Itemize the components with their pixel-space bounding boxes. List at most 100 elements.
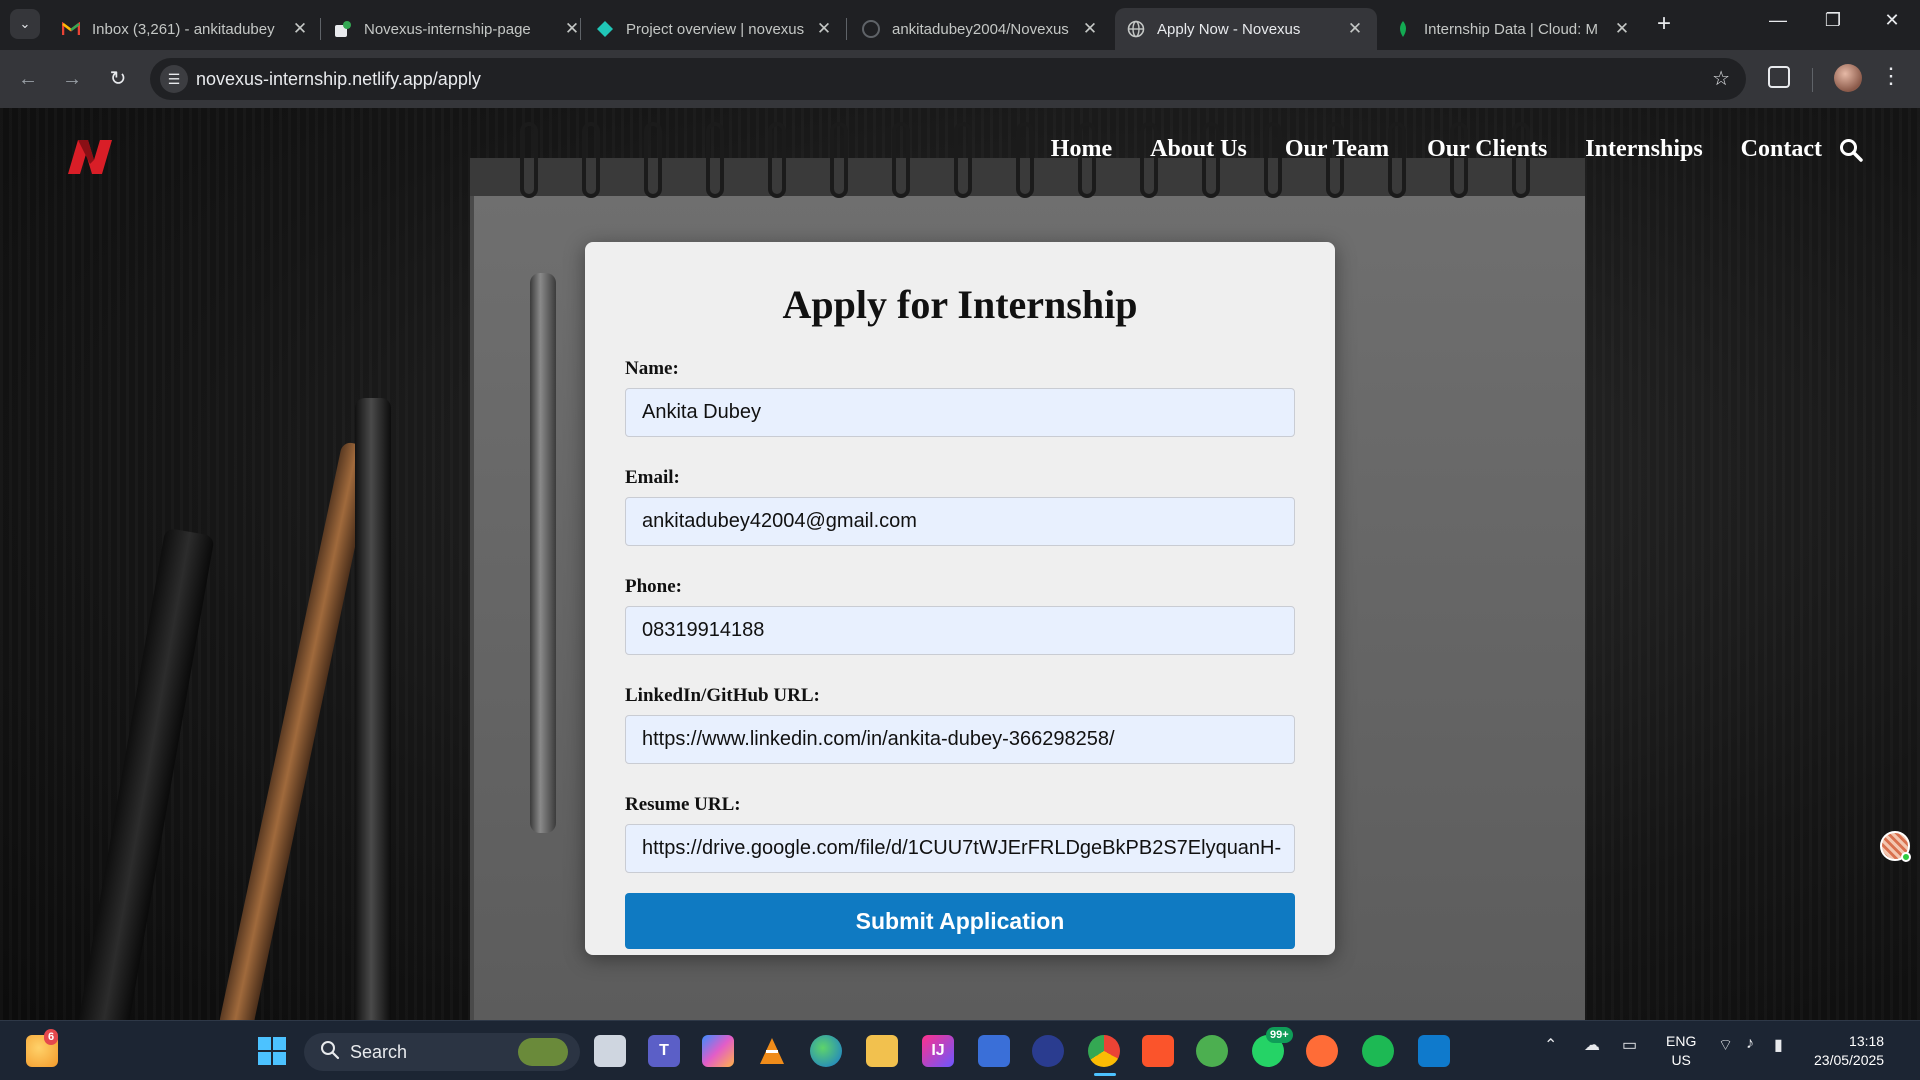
nav-about-us[interactable]: About Us [1150, 136, 1247, 163]
close-icon[interactable]: ✕ [1080, 19, 1100, 39]
tab-project-overview[interactable]: Project overview | novexus ✕ [584, 8, 846, 50]
file-explorer-icon[interactable] [866, 1035, 898, 1067]
restore-button[interactable]: ❐ [1811, 10, 1855, 31]
battery-icon[interactable]: ▮ [1774, 1035, 1783, 1055]
site-info-icon[interactable]: ☰ [160, 65, 188, 93]
forward-button[interactable]: → [56, 63, 88, 95]
tab-title: Internship Data | Cloud: M [1424, 20, 1598, 38]
floating-chat-avatar[interactable] [1880, 831, 1911, 862]
vlc-icon[interactable] [756, 1035, 788, 1067]
gmail-icon [62, 20, 80, 38]
pen-image [355, 398, 391, 1020]
task-view-icon[interactable] [594, 1035, 626, 1067]
brave-icon[interactable] [1142, 1035, 1174, 1067]
profile-avatar[interactable] [1834, 64, 1862, 92]
profile-url-input[interactable]: https://www.linkedin.com/in/ankita-dubey… [625, 715, 1295, 764]
extensions-icon[interactable] [1768, 66, 1790, 88]
tab-apply-now[interactable]: Apply Now - Novexus ✕ [1115, 8, 1377, 50]
weather-badge: 6 [44, 1029, 59, 1045]
chevron-up-icon[interactable]: ⌃ [1544, 1035, 1557, 1055]
taskbar-search-box[interactable]: Search [304, 1033, 580, 1071]
volume-icon[interactable]: ♪ [1746, 1035, 1754, 1053]
browser-tab-strip: ⌄ Inbox (3,261) - ankitadubey ✕ Novexus-… [0, 0, 1920, 50]
onedrive-cloud-icon[interactable]: ☁ [1584, 1035, 1600, 1055]
close-icon[interactable]: ✕ [814, 19, 834, 39]
back-button[interactable]: ← [12, 63, 44, 95]
whatsapp-icon[interactable]: 99+ [1252, 1027, 1293, 1067]
outline-vpn-icon[interactable] [1032, 1035, 1064, 1067]
close-icon[interactable]: ✕ [290, 19, 310, 39]
tab-github-repo[interactable]: ankitadubey2004/Novexus ✕ [850, 8, 1112, 50]
resume-url-input[interactable]: https://drive.google.com/file/d/1CUU7tWJ… [625, 824, 1295, 873]
tab-novexus-internship-page[interactable]: Novexus-internship-page ✕ [322, 8, 594, 50]
notepad-ring [954, 122, 972, 198]
display-icon[interactable]: ▭ [1622, 1035, 1637, 1055]
browser-menu-icon[interactable]: ⋮ [1880, 63, 1902, 89]
email-input[interactable]: ankitadubey42004@gmail.com [625, 497, 1295, 546]
tab-internship-data[interactable]: Internship Data | Cloud: M ✕ [1382, 8, 1644, 50]
security-app-icon[interactable] [978, 1035, 1010, 1067]
pen-image [530, 273, 556, 833]
name-label: Name: [625, 358, 679, 379]
language-code: ENG [1666, 1033, 1697, 1049]
nav-our-team[interactable]: Our Team [1285, 136, 1389, 163]
tab-search-button[interactable]: ⌄ [10, 9, 40, 39]
leaf-app-icon[interactable] [1196, 1035, 1228, 1067]
search-icon[interactable] [1838, 137, 1864, 163]
minimize-button[interactable]: — [1756, 10, 1800, 31]
toolbar-divider [1812, 68, 1813, 92]
active-app-indicator [1094, 1073, 1116, 1076]
phone-input[interactable]: 08319914188 [625, 606, 1295, 655]
language-indicator[interactable]: ENG US [1666, 1032, 1696, 1070]
nav-our-clients[interactable]: Our Clients [1427, 136, 1547, 163]
online-status-dot [1901, 852, 1911, 862]
edge-icon[interactable] [810, 1035, 842, 1067]
submit-application-button[interactable]: Submit Application [625, 893, 1295, 949]
tab-gmail[interactable]: Inbox (3,261) - ankitadubey ✕ [50, 8, 322, 50]
url-text[interactable]: novexus-internship.netlify.app/apply [196, 69, 481, 90]
tab-separator [320, 18, 321, 40]
vscode-icon[interactable] [1418, 1035, 1450, 1067]
copilot-icon[interactable] [702, 1035, 734, 1067]
close-icon[interactable]: ✕ [1612, 19, 1632, 39]
nav-home[interactable]: Home [1051, 136, 1112, 163]
notepad-ring [892, 122, 910, 198]
main-navigation: Home About Us Our Team Our Clients Inter… [1013, 136, 1864, 163]
tab-title: ankitadubey2004/Novexus [892, 20, 1069, 38]
clock-date: 23/05/2025 [1814, 1052, 1885, 1068]
browser-toolbar: ← → ↻ ☰ novexus-internship.netlify.app/a… [0, 50, 1920, 108]
nav-internships[interactable]: Internships [1585, 136, 1702, 163]
address-bar[interactable]: ☰ novexus-internship.netlify.app/apply ☆ [150, 58, 1746, 100]
intellij-icon[interactable]: IJ [922, 1035, 954, 1067]
tab-title: Novexus-internship-page [364, 20, 531, 38]
close-icon[interactable]: ✕ [562, 19, 582, 39]
taskbar-search-label: Search [350, 1041, 408, 1062]
novexus-logo[interactable] [64, 134, 118, 178]
chrome-icon[interactable] [1088, 1035, 1120, 1067]
mongodb-leaf-icon [1394, 20, 1412, 38]
name-input[interactable]: Ankita Dubey [625, 388, 1295, 437]
close-window-button[interactable]: ✕ [1870, 10, 1914, 31]
form-title: Apply for Internship [782, 282, 1138, 327]
tab-title: Apply Now - Novexus [1157, 20, 1301, 38]
postman-icon[interactable] [1306, 1035, 1338, 1067]
bookmark-star-icon[interactable]: ☆ [1712, 66, 1730, 91]
spotify-icon[interactable] [1362, 1035, 1394, 1067]
weather-widget-icon[interactable]: 6 [26, 1029, 59, 1067]
teams-icon[interactable]: T [648, 1035, 680, 1067]
application-form-card: Apply for Internship Name: Ankita Dubey … [585, 242, 1335, 955]
new-tab-button[interactable]: + [1652, 12, 1676, 36]
github-icon [862, 20, 880, 38]
wifi-icon[interactable]: ⌔ [1718, 1035, 1733, 1055]
reload-button[interactable]: ↻ [102, 63, 134, 95]
email-label: Email: [625, 467, 680, 488]
notepad-ring [520, 122, 538, 198]
windows-taskbar: 6 Search T IJ 99+ ⌃ ☁ ▭ ENG US ⌔ ♪ ▮ 13:… [0, 1020, 1920, 1080]
close-icon[interactable]: ✕ [1345, 19, 1365, 39]
tab-separator [846, 18, 847, 40]
phone-label: Phone: [625, 576, 682, 597]
nav-contact[interactable]: Contact [1741, 136, 1822, 163]
clock[interactable]: 13:18 23/05/2025 [1814, 1032, 1884, 1070]
notepad-ring [830, 122, 848, 198]
windows-start-icon[interactable] [256, 1035, 288, 1067]
